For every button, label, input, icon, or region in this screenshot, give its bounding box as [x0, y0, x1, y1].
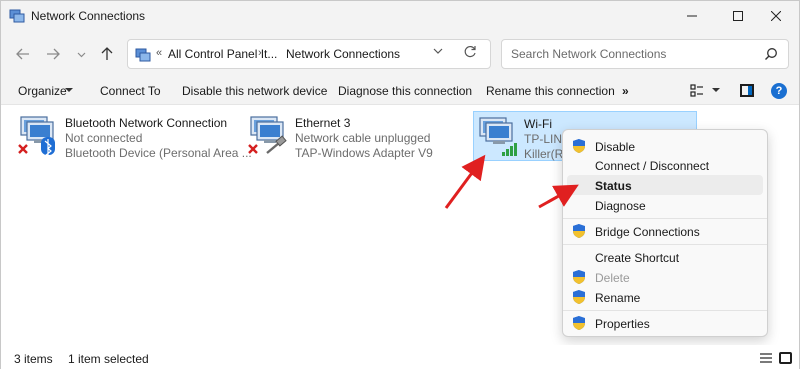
connection-device: Killer(R) — [524, 147, 568, 161]
menu-item-label: Delete — [595, 271, 630, 285]
breadcrumb-overflow[interactable]: « — [156, 47, 162, 59]
menu-item-label: Properties — [595, 317, 650, 331]
command-bar: Organize Connect To Disable this network… — [1, 77, 799, 105]
minimize-icon — [687, 15, 697, 17]
menu-separator — [563, 310, 767, 311]
title-bar: Network Connections — [1, 1, 799, 31]
breadcrumb-separator[interactable]: › — [258, 47, 262, 59]
network-connections-app-icon — [9, 9, 25, 23]
menu-item-label: Diagnose — [595, 199, 646, 213]
menu-item-properties[interactable]: Properties — [567, 313, 763, 333]
network-connections-window: Network Connections « All Control Panel … — [0, 0, 800, 369]
maximize-icon — [733, 11, 743, 21]
connection-device: Bluetooth Device (Personal Area ... — [65, 146, 252, 160]
connection-status: Not connected — [65, 131, 143, 145]
disable-device-button[interactable]: Disable this network device — [182, 84, 327, 98]
arrow-left-icon — [16, 48, 29, 60]
connection-device: TAP-Windows Adapter V9 — [295, 146, 433, 160]
arrow-up-icon — [101, 47, 113, 60]
menu-item-rename[interactable]: Rename — [567, 287, 763, 307]
menu-item-disable[interactable]: Disable — [567, 136, 763, 156]
menu-item-label: Status — [595, 179, 632, 193]
chevron-down-icon — [77, 52, 85, 57]
item-count: 3 items — [14, 352, 53, 366]
connection-name: Bluetooth Network Connection — [65, 116, 228, 130]
list-item-ethernet-3[interactable]: Ethernet 3 Network cable unplugged TAP-W… — [247, 113, 457, 163]
arrow-right-icon — [47, 48, 60, 60]
connect-to-button[interactable]: Connect To — [100, 84, 161, 98]
chevron-down-icon — [433, 48, 443, 54]
connection-name: Wi-Fi — [524, 117, 552, 131]
close-icon — [771, 11, 781, 21]
uac-shield-icon — [573, 224, 585, 238]
rename-connection-button[interactable]: Rename this connection — [486, 84, 615, 98]
selection-count: 1 item selected — [68, 352, 149, 366]
search-icon — [765, 48, 777, 60]
back-button[interactable] — [11, 43, 35, 65]
wifi-network-icon — [479, 117, 517, 156]
details-view-icon[interactable] — [760, 353, 772, 363]
minimize-button[interactable] — [669, 1, 715, 31]
menu-item-create-shortcut[interactable]: Create Shortcut — [567, 247, 763, 267]
menu-item-delete: Delete — [567, 267, 763, 287]
menu-item-label: Disable — [595, 140, 636, 154]
recent-locations-button[interactable] — [69, 43, 93, 65]
list-item-bluetooth-connection[interactable]: Bluetooth Network Connection Not connect… — [17, 113, 252, 163]
menu-item-label: Connect / Disconnect — [595, 159, 710, 173]
refresh-button[interactable] — [463, 45, 477, 62]
search-input[interactable]: Search Network Connections — [501, 39, 789, 69]
ethernet-network-icon — [248, 116, 287, 154]
uac-shield-icon — [573, 290, 585, 304]
uac-shield-icon — [573, 316, 585, 330]
uac-shield-icon — [573, 270, 585, 284]
menu-item-status[interactable]: Status — [567, 175, 763, 195]
connection-status: Network cable unplugged — [295, 131, 431, 145]
menu-item-label: Bridge Connections — [595, 225, 700, 239]
connection-name: Ethernet 3 — [295, 116, 351, 130]
address-bar[interactable]: « All Control Panel It... › Network Conn… — [127, 39, 491, 69]
refresh-icon — [464, 45, 476, 58]
preview-pane-button[interactable] — [740, 84, 754, 97]
organize-menu[interactable]: Organize — [18, 84, 67, 98]
change-view-icon[interactable] — [690, 84, 704, 98]
menu-item-connect-disconnect[interactable]: Connect / Disconnect — [567, 155, 763, 175]
search-placeholder: Search Network Connections — [511, 47, 667, 61]
menu-separator — [563, 244, 767, 245]
context-menu: Disable Connect / Disconnect Status Diag… — [562, 129, 768, 337]
status-bar: 3 items 1 item selected — [1, 345, 799, 369]
menu-item-bridge-connections[interactable]: Bridge Connections — [567, 221, 763, 241]
help-button[interactable]: ? — [771, 83, 787, 99]
close-button[interactable] — [753, 1, 799, 31]
caret-down-icon[interactable] — [712, 86, 720, 94]
bluetooth-network-icon — [18, 116, 55, 157]
menu-item-label: Create Shortcut — [595, 251, 680, 265]
address-dropdown-button[interactable] — [433, 46, 443, 59]
up-button[interactable] — [95, 43, 119, 65]
uac-shield-icon — [573, 139, 585, 153]
breadcrumb-network-connections[interactable]: Network Connections — [286, 47, 400, 61]
large-icons-view-button[interactable] — [779, 352, 792, 364]
forward-button[interactable] — [41, 43, 65, 65]
diagnose-connection-button[interactable]: Diagnose this connection — [338, 84, 472, 98]
navigation-bar: « All Control Panel It... › Network Conn… — [1, 31, 799, 77]
menu-separator — [563, 218, 767, 219]
caret-down-icon — [65, 88, 73, 92]
control-panel-icon — [135, 48, 151, 62]
menu-item-diagnose[interactable]: Diagnose — [567, 195, 763, 215]
more-commands-button[interactable]: » — [622, 84, 629, 98]
menu-item-label: Rename — [595, 291, 641, 305]
window-title: Network Connections — [31, 9, 146, 23]
